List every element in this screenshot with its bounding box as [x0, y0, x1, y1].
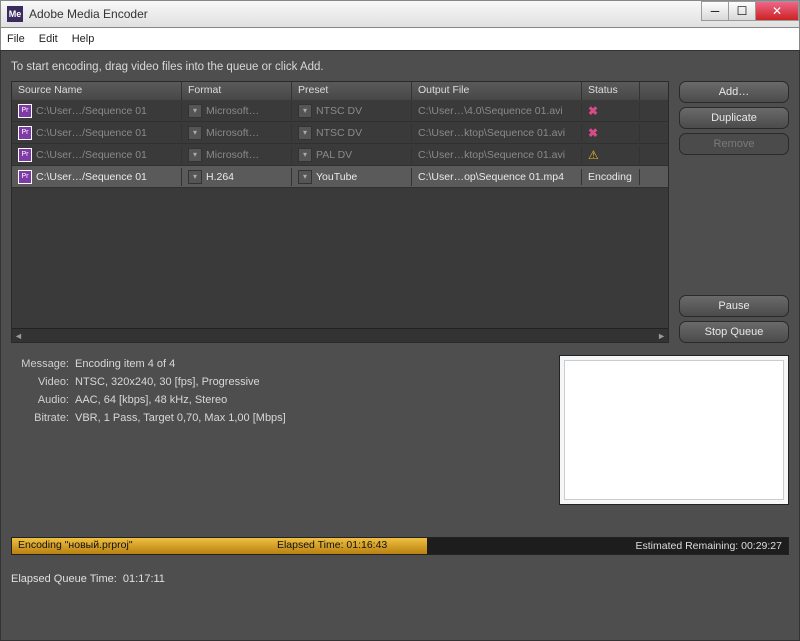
premiere-icon: Pr	[18, 170, 32, 184]
col-status[interactable]: Status	[582, 82, 640, 100]
bitrate-value: VBR, 1 Pass, Target 0,70, Max 1,00 [Mbps…	[75, 412, 286, 424]
table-row[interactable]: Pr C:\User…/Sequence 01 ▾ Microsoft… ▾ NTSC D…	[12, 100, 668, 122]
preset-dropdown-icon[interactable]: ▾	[298, 104, 312, 118]
preset-value: YouTube	[316, 171, 357, 183]
output-file: C:\User…ktop\Sequence 01.avi	[418, 149, 565, 161]
bitrate-label: Bitrate:	[11, 409, 69, 427]
menu-help[interactable]: Help	[72, 33, 95, 45]
table-row[interactable]: Pr C:\User…/Sequence 01 ▾ Microsoft… ▾ PAL DV…	[12, 144, 668, 166]
premiere-icon: Pr	[18, 126, 32, 140]
format-value: Microsoft…	[206, 127, 259, 139]
elapsed-queue-label: Elapsed Queue Time:	[11, 573, 117, 585]
format-dropdown-icon[interactable]: ▾	[188, 148, 202, 162]
preset-value: NTSC DV	[316, 127, 362, 139]
elapsed-queue-value: 01:17:11	[123, 573, 165, 585]
source-name: C:\User…/Sequence 01	[36, 127, 147, 139]
status-text: Encoding	[588, 171, 632, 183]
video-value: NTSC, 320x240, 30 [fps], Progressive	[75, 376, 260, 388]
output-file: C:\User…ktop\Sequence 01.avi	[418, 127, 565, 139]
queue-table: Source Name Format Preset Output File St…	[11, 81, 669, 343]
preset-dropdown-icon[interactable]: ▾	[298, 170, 312, 184]
format-dropdown-icon[interactable]: ▾	[188, 126, 202, 140]
source-name: C:\User…/Sequence 01	[36, 105, 147, 117]
sidebar: Add… Duplicate Remove Pause Stop Queue	[679, 81, 789, 343]
queue-header: Source Name Format Preset Output File St…	[12, 82, 668, 100]
message-value: Encoding item 4 of 4	[75, 358, 175, 370]
info-row: Message: Encoding item 4 of 4 Video: NTSC,…	[11, 355, 789, 505]
progress-encoding-label: Encoding "новый.prproj"	[18, 539, 133, 551]
error-icon: ✖	[588, 104, 602, 118]
format-dropdown-icon[interactable]: ▾	[188, 170, 202, 184]
col-format[interactable]: Format	[182, 82, 292, 100]
close-button[interactable]: ✕	[755, 1, 799, 21]
stop-queue-button[interactable]: Stop Queue	[679, 321, 789, 343]
format-dropdown-icon[interactable]: ▾	[188, 104, 202, 118]
progress-remaining-label: Estimated Remaining: 00:29:27	[588, 539, 788, 553]
table-row[interactable]: Pr C:\User…/Sequence 01 ▾ H.264 ▾ YouTube C:\U…	[12, 166, 668, 188]
preset-value: NTSC DV	[316, 105, 362, 117]
progress-elapsed-label: Elapsed Time: 01:16:43	[277, 539, 387, 551]
window-title: Adobe Media Encoder	[29, 7, 702, 21]
hint-text: To start encoding, drag video files into…	[11, 61, 789, 73]
format-value: Microsoft…	[206, 105, 259, 117]
warning-icon: ⚠	[588, 148, 602, 162]
output-file: C:\User…\4.0\Sequence 01.avi	[418, 105, 563, 117]
preset-dropdown-icon[interactable]: ▾	[298, 148, 312, 162]
source-name: C:\User…/Sequence 01	[36, 171, 147, 183]
format-value: H.264	[206, 171, 234, 183]
premiere-icon: Pr	[18, 148, 32, 162]
audio-label: Audio:	[11, 391, 69, 409]
encoding-info: Message: Encoding item 4 of 4 Video: NTSC,…	[11, 355, 543, 505]
preset-dropdown-icon[interactable]: ▾	[298, 126, 312, 140]
output-file: C:\User…op\Sequence 01.mp4	[418, 171, 564, 183]
video-label: Video:	[11, 373, 69, 391]
menu-edit[interactable]: Edit	[39, 33, 58, 45]
menubar: File Edit Help	[0, 28, 800, 50]
source-name: C:\User…/Sequence 01	[36, 149, 147, 161]
table-row[interactable]: Pr C:\User…/Sequence 01 ▾ Microsoft… ▾ NTSC D…	[12, 122, 668, 144]
format-value: Microsoft…	[206, 149, 259, 161]
elapsed-queue-time: Elapsed Queue Time: 01:17:11	[11, 573, 789, 585]
window-buttons: ─ ☐ ✕	[702, 1, 799, 21]
maximize-button[interactable]: ☐	[728, 1, 756, 21]
premiere-icon: Pr	[18, 104, 32, 118]
add-button[interactable]: Add…	[679, 81, 789, 103]
scroll-right-icon[interactable]: ►	[657, 331, 666, 341]
queue-rows: Pr C:\User…/Sequence 01 ▾ Microsoft… ▾ NTSC D…	[12, 100, 668, 328]
app-body: To start encoding, drag video files into…	[0, 50, 800, 641]
message-label: Message:	[11, 355, 69, 373]
preview-thumbnail	[559, 355, 789, 505]
progress-row: Encoding "новый.prproj" Elapsed Time: 01…	[11, 537, 789, 555]
col-preset[interactable]: Preset	[292, 82, 412, 100]
horizontal-scrollbar[interactable]: ◄ ►	[12, 328, 668, 342]
col-source[interactable]: Source Name	[12, 82, 182, 100]
remove-button: Remove	[679, 133, 789, 155]
col-output[interactable]: Output File	[412, 82, 582, 100]
preset-value: PAL DV	[316, 149, 352, 161]
minimize-button[interactable]: ─	[701, 1, 729, 21]
menu-file[interactable]: File	[7, 33, 25, 45]
progress-bar: Encoding "новый.prproj" Elapsed Time: 01…	[12, 538, 588, 554]
pause-button[interactable]: Pause	[679, 295, 789, 317]
duplicate-button[interactable]: Duplicate	[679, 107, 789, 129]
scroll-left-icon[interactable]: ◄	[14, 331, 23, 341]
audio-value: AAC, 64 [kbps], 48 kHz, Stereo	[75, 394, 227, 406]
titlebar: Me Adobe Media Encoder ─ ☐ ✕	[0, 0, 800, 28]
error-icon: ✖	[588, 126, 602, 140]
app-icon: Me	[7, 6, 23, 22]
